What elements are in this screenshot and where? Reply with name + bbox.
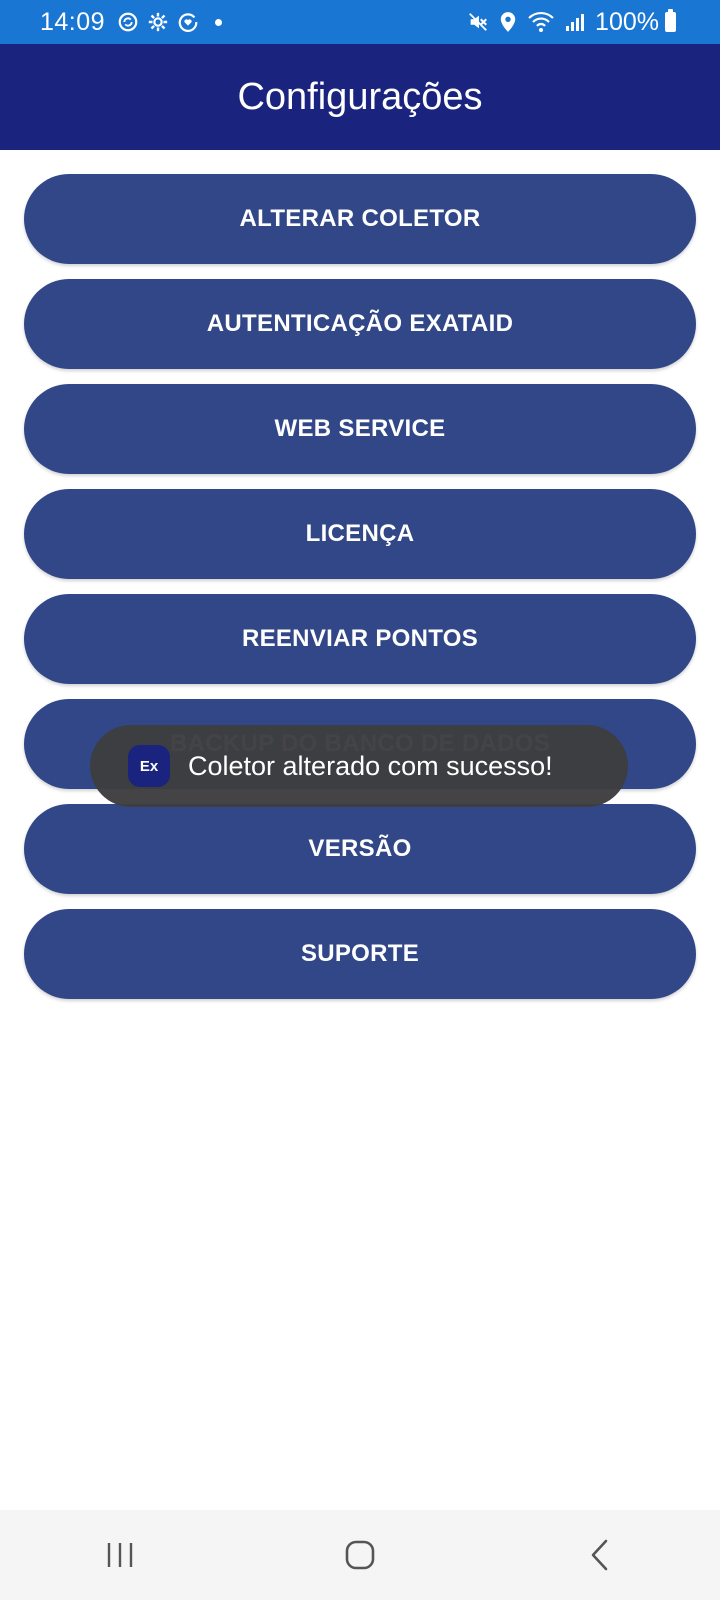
navigation-bar <box>0 1510 720 1600</box>
versao-button[interactable]: VERSÃO <box>24 804 696 894</box>
licenca-button[interactable]: LICENÇA <box>24 489 696 579</box>
suporte-button[interactable]: SUPORTE <box>24 909 696 999</box>
alterar-coletor-button[interactable]: ALTERAR COLETOR <box>24 174 696 264</box>
home-icon[interactable] <box>320 1525 400 1585</box>
gear-icon <box>147 11 169 33</box>
web-service-button[interactable]: WEB SERVICE <box>24 384 696 474</box>
dot-icon <box>215 18 223 26</box>
app-bar: Configurações <box>0 44 720 150</box>
sync-icon <box>117 11 139 33</box>
location-icon <box>499 11 517 33</box>
battery-level: 100% <box>595 7 659 36</box>
toast-message: Coletor alterado com sucesso! <box>188 750 553 781</box>
status-time: 14:09 <box>40 7 106 36</box>
battery-icon <box>665 9 676 32</box>
reenviar-pontos-button[interactable]: REENVIAR PONTOS <box>24 594 696 684</box>
recent-apps-icon[interactable] <box>80 1525 160 1585</box>
autenticacao-exataid-button[interactable]: AUTENTICAÇÃO EXATAID <box>24 279 696 369</box>
signal-icon <box>565 12 585 32</box>
mute-icon <box>467 11 489 33</box>
status-bar: 14:09 100% <box>0 0 720 44</box>
settings-menu: ALTERAR COLETOR AUTENTICAÇÃO EXATAID WEB… <box>24 174 696 1014</box>
status-right: 100% <box>467 8 676 37</box>
page-title: Configurações <box>237 75 483 118</box>
back-icon[interactable] <box>560 1525 640 1585</box>
app-icon: Ex <box>128 745 170 787</box>
wifi-icon <box>527 11 555 33</box>
status-left: 14:09 <box>40 7 223 37</box>
heart-circle-icon <box>177 11 199 33</box>
toast: Ex Coletor alterado com sucesso! <box>90 725 628 807</box>
